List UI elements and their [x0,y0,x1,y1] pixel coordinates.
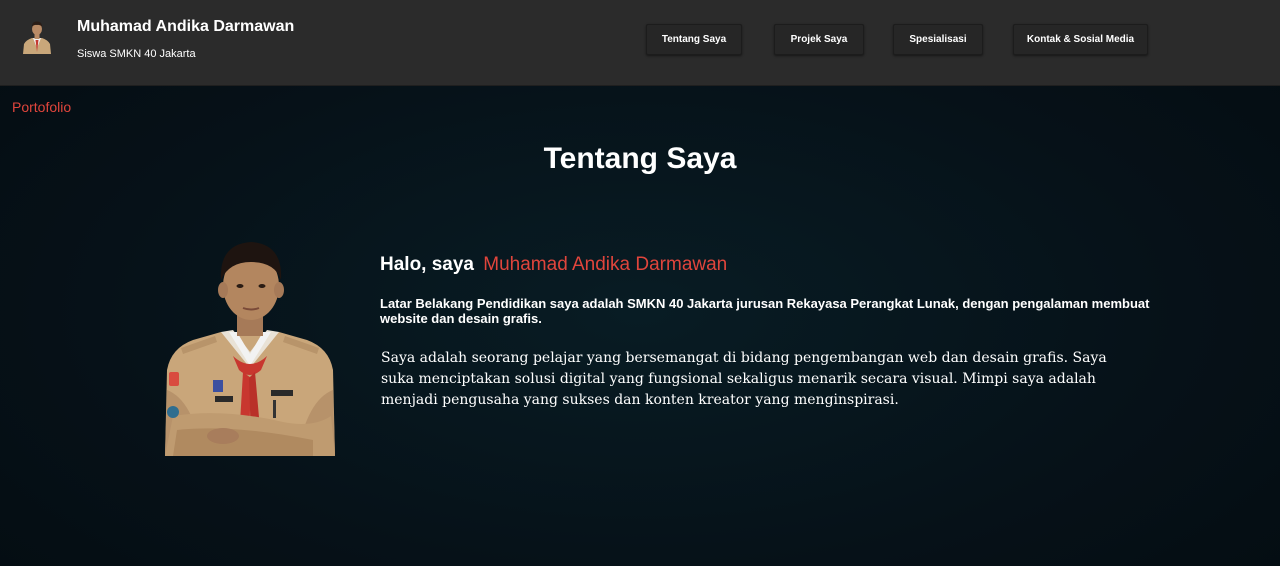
breadcrumb[interactable]: Portofolio [12,99,71,115]
page-title: Tentang Saya [543,142,737,175]
page: Muhamad Andika Darmawan Siswa SMKN 40 Ja… [0,0,1280,566]
profile-photo [165,242,335,456]
bio-text: Saya adalah seorang pelajar yang bersema… [381,350,1107,408]
nav-kontak-button[interactable]: Kontak & Sosial Media [1013,24,1148,55]
nav-projek-saya-button[interactable]: Projek Saya [774,24,864,55]
nav-spesialisasi-button[interactable]: Spesialisasi [893,24,983,55]
greeting: Halo, saya Muhamad Andika Darmawan [380,254,727,276]
greeting-prefix: Halo, saya [380,254,474,275]
main-nav: Tentang Saya Projek Saya Spesialisasi Ko… [0,24,1280,55]
education-text: Latar Belakang Pendidikan saya adalah SM… [380,296,1150,326]
greeting-name: Muhamad Andika Darmawan [483,254,728,275]
site-header: Muhamad Andika Darmawan Siswa SMKN 40 Ja… [0,0,1280,86]
nav-tentang-saya-button[interactable]: Tentang Saya [646,24,742,55]
